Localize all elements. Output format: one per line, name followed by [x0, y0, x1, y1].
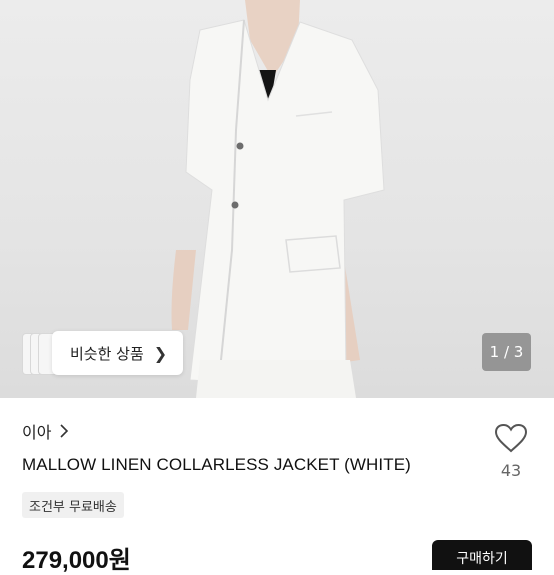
- seller-name: 이아: [22, 423, 52, 442]
- heart-icon: [494, 423, 528, 453]
- like-button[interactable]: 43: [492, 423, 530, 480]
- chevron-right-icon: ❯: [153, 343, 168, 363]
- like-count: 43: [500, 461, 522, 480]
- similar-products[interactable]: 비슷한 상품 ❯: [22, 331, 184, 375]
- price: 279,000원: [22, 547, 131, 574]
- similar-products-label: 비슷한 상품: [70, 344, 144, 363]
- product-title: MALLOW LINEN COLLARLESS JACKET (WHITE): [22, 455, 411, 474]
- product-image[interactable]: 비슷한 상품 ❯ 1 / 3: [0, 0, 554, 398]
- image-counter: 1 / 3: [482, 333, 531, 371]
- chevron-right-icon: [60, 424, 69, 438]
- shipping-badge: 조건부 무료배송: [22, 492, 124, 518]
- similar-thumbnails: [22, 331, 58, 375]
- buy-button[interactable]: 구매하기: [432, 540, 532, 570]
- seller-link[interactable]: 이아: [22, 419, 69, 443]
- similar-products-button[interactable]: 비슷한 상품 ❯: [52, 331, 184, 375]
